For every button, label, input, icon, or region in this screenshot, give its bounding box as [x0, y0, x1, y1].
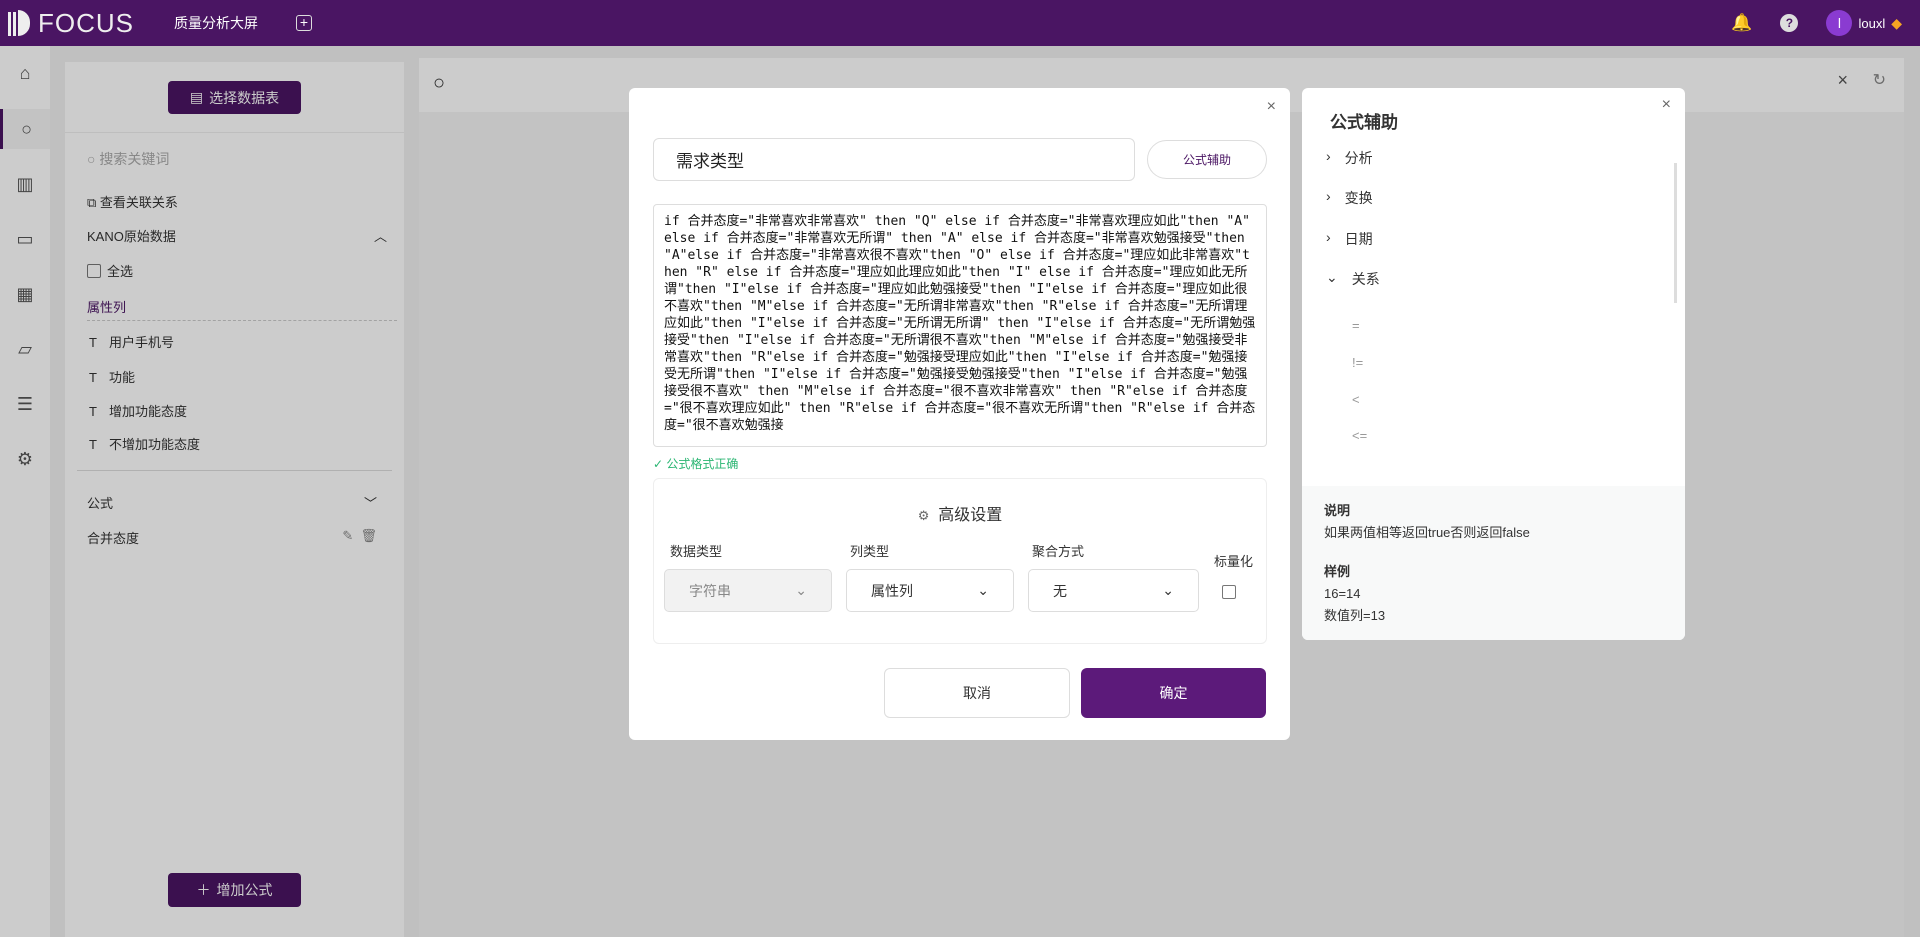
category-analysis[interactable]: › 分析 [1326, 148, 1373, 168]
aggregation-label: 聚合方式 [1032, 544, 1085, 559]
chevron-down-icon: ⌄ [1162, 582, 1174, 598]
column-type-select[interactable]: 属性列 ⌄ [846, 569, 1014, 612]
check-circle-icon: ✓ [653, 457, 664, 471]
operator-item[interactable]: < [1352, 392, 1360, 407]
formula-valid-status: ✓ 公式格式正确 [653, 457, 739, 471]
dashboard-title[interactable]: 质量分析大屏 [174, 13, 258, 33]
operator-item[interactable]: = [1352, 318, 1360, 333]
chevron-right-icon: › [1326, 229, 1331, 245]
data-type-select[interactable]: 字符串 ⌄ [664, 569, 832, 612]
chevron-down-icon: ⌄ [795, 582, 807, 598]
formula-helper-panel: × 公式辅助 › 分析 › 变换 › 日期 ⌄ 关系 = != < <= 说明 如果两值… [1302, 88, 1685, 640]
avatar: l [1826, 10, 1853, 36]
close-icon[interactable]: × [1267, 98, 1276, 116]
formula-textarea[interactable]: if 合并态度="非常喜欢非常喜欢" then "Q" else if 合并态度… [653, 204, 1267, 447]
formula-help-button[interactable]: 公式辅助 [1147, 140, 1267, 179]
chevron-right-icon: › [1326, 148, 1331, 164]
formula-name-input[interactable] [653, 138, 1135, 181]
operator-item[interactable]: <= [1352, 428, 1367, 443]
close-icon[interactable]: × [1662, 96, 1671, 114]
confirm-button[interactable]: 确定 [1081, 668, 1266, 718]
logo-icon [8, 10, 30, 36]
add-tab-icon[interactable]: + [296, 15, 312, 31]
advanced-settings: ⚙ 高级设置 数据类型 字符串 ⌄ 列类型 属性列 ⌄ 聚合方式 无 ⌄ 标量化 [653, 478, 1267, 644]
help-icon[interactable]: ? [1780, 14, 1799, 32]
chevron-right-icon: › [1326, 188, 1331, 204]
chevron-down-icon: ⌄ [1326, 269, 1338, 285]
aggregation-select[interactable]: 无 ⌄ [1028, 569, 1199, 612]
user-menu[interactable]: l louxl ◆ [1826, 10, 1902, 36]
category-transform[interactable]: › 变换 [1326, 188, 1373, 208]
data-type-label: 数据类型 [670, 544, 723, 559]
category-date[interactable]: › 日期 [1326, 229, 1373, 249]
logo[interactable]: FOCUS [8, 8, 134, 39]
chevron-down-icon: ⌄ [977, 582, 989, 598]
helper-title: 公式辅助 [1330, 113, 1398, 132]
scalar-label: 标量化 [1214, 554, 1254, 569]
scrollbar[interactable] [1674, 163, 1677, 303]
diamond-icon: ◆ [1891, 14, 1902, 31]
operator-description: 说明 如果两值相等返回true否则返回false 样例 16=14 数值列=13 [1302, 486, 1685, 640]
cancel-button[interactable]: 取消 [884, 668, 1070, 718]
formula-dialog: × 公式辅助 if 合并态度="非常喜欢非常喜欢" then "Q" else … [629, 88, 1290, 740]
operator-item[interactable]: != [1352, 355, 1363, 370]
top-bar: FOCUS 质量分析大屏 + 🔔 ? l louxl ◆ [0, 0, 1920, 46]
scalar-checkbox[interactable] [1222, 585, 1236, 599]
bell-icon[interactable]: 🔔 [1731, 13, 1752, 33]
gear-icon: ⚙ [917, 508, 930, 523]
column-type-label: 列类型 [850, 544, 890, 559]
category-relation[interactable]: ⌄ 关系 [1326, 269, 1380, 289]
